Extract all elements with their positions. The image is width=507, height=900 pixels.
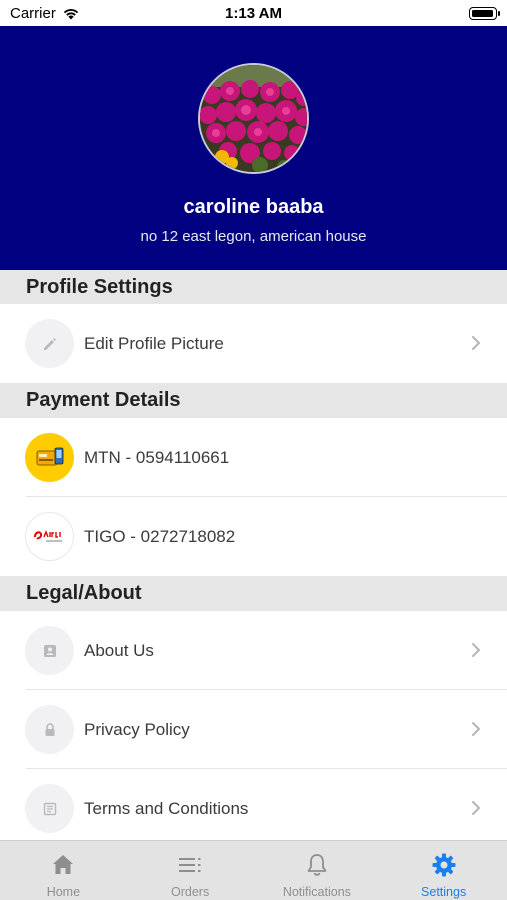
bell-icon <box>307 854 327 876</box>
chevron-right-icon <box>472 643 480 657</box>
document-icon <box>25 784 74 833</box>
section-header-profile-settings: Profile Settings <box>0 270 507 305</box>
profile-header: caroline baaba no 12 east legon, america… <box>0 26 507 270</box>
mtn-momo-logo <box>25 433 74 482</box>
row-about-us[interactable]: About Us <box>0 611 507 690</box>
row-tigo-payment[interactable]: TIGO - 0272718082 <box>0 497 507 576</box>
row-label: TIGO - 0272718082 <box>84 527 236 546</box>
tab-label: Notifications <box>282 885 351 899</box>
row-label: Edit Profile Picture <box>84 334 224 353</box>
section-header-payment-details: Payment Details <box>0 383 507 418</box>
user-name: caroline baaba <box>183 196 324 218</box>
row-edit-profile-picture[interactable]: Edit Profile Picture <box>0 304 507 383</box>
chevron-right-icon <box>472 801 480 815</box>
status-time: 1:13 AM <box>225 5 282 22</box>
chevron-right-icon <box>472 336 480 350</box>
row-label: About Us <box>84 641 154 660</box>
section-header-legal-about: Legal/About <box>0 576 507 611</box>
tab-orders[interactable]: Orders <box>127 841 254 900</box>
avatar[interactable] <box>198 63 309 174</box>
tab-label: Home <box>46 885 81 899</box>
tab-notifications[interactable]: Notifications <box>254 841 381 900</box>
row-label: Privacy Policy <box>84 720 190 739</box>
tab-bar: Home Orders Notifications Settings <box>0 840 507 900</box>
lock-icon <box>25 705 74 754</box>
chevron-right-icon <box>472 722 480 736</box>
row-mtn-payment[interactable]: MTN - 0594110661 <box>0 418 507 497</box>
id-card-icon <box>25 626 74 675</box>
user-address: no 12 east legon, american house <box>140 228 367 245</box>
row-label: Terms and Conditions <box>84 799 249 818</box>
pencil-icon <box>25 319 74 368</box>
tab-label: Orders <box>171 885 210 899</box>
tab-label: Settings <box>421 885 467 899</box>
status-bar: Carrier 1:13 AM <box>0 0 507 26</box>
row-label: MTN - 0594110661 <box>84 448 230 467</box>
tab-home[interactable]: Home <box>0 841 127 900</box>
row-privacy-policy[interactable]: Privacy Policy <box>0 690 507 769</box>
avatar-flowers-image <box>200 65 307 172</box>
airtel-money-logo <box>25 512 74 561</box>
home-icon <box>53 855 74 874</box>
tab-settings[interactable]: Settings <box>380 841 507 900</box>
battery-icon <box>469 7 500 20</box>
row-terms-and-conditions[interactable]: Terms and Conditions <box>0 769 507 848</box>
gear-icon <box>432 853 456 877</box>
list-icon <box>179 858 201 872</box>
